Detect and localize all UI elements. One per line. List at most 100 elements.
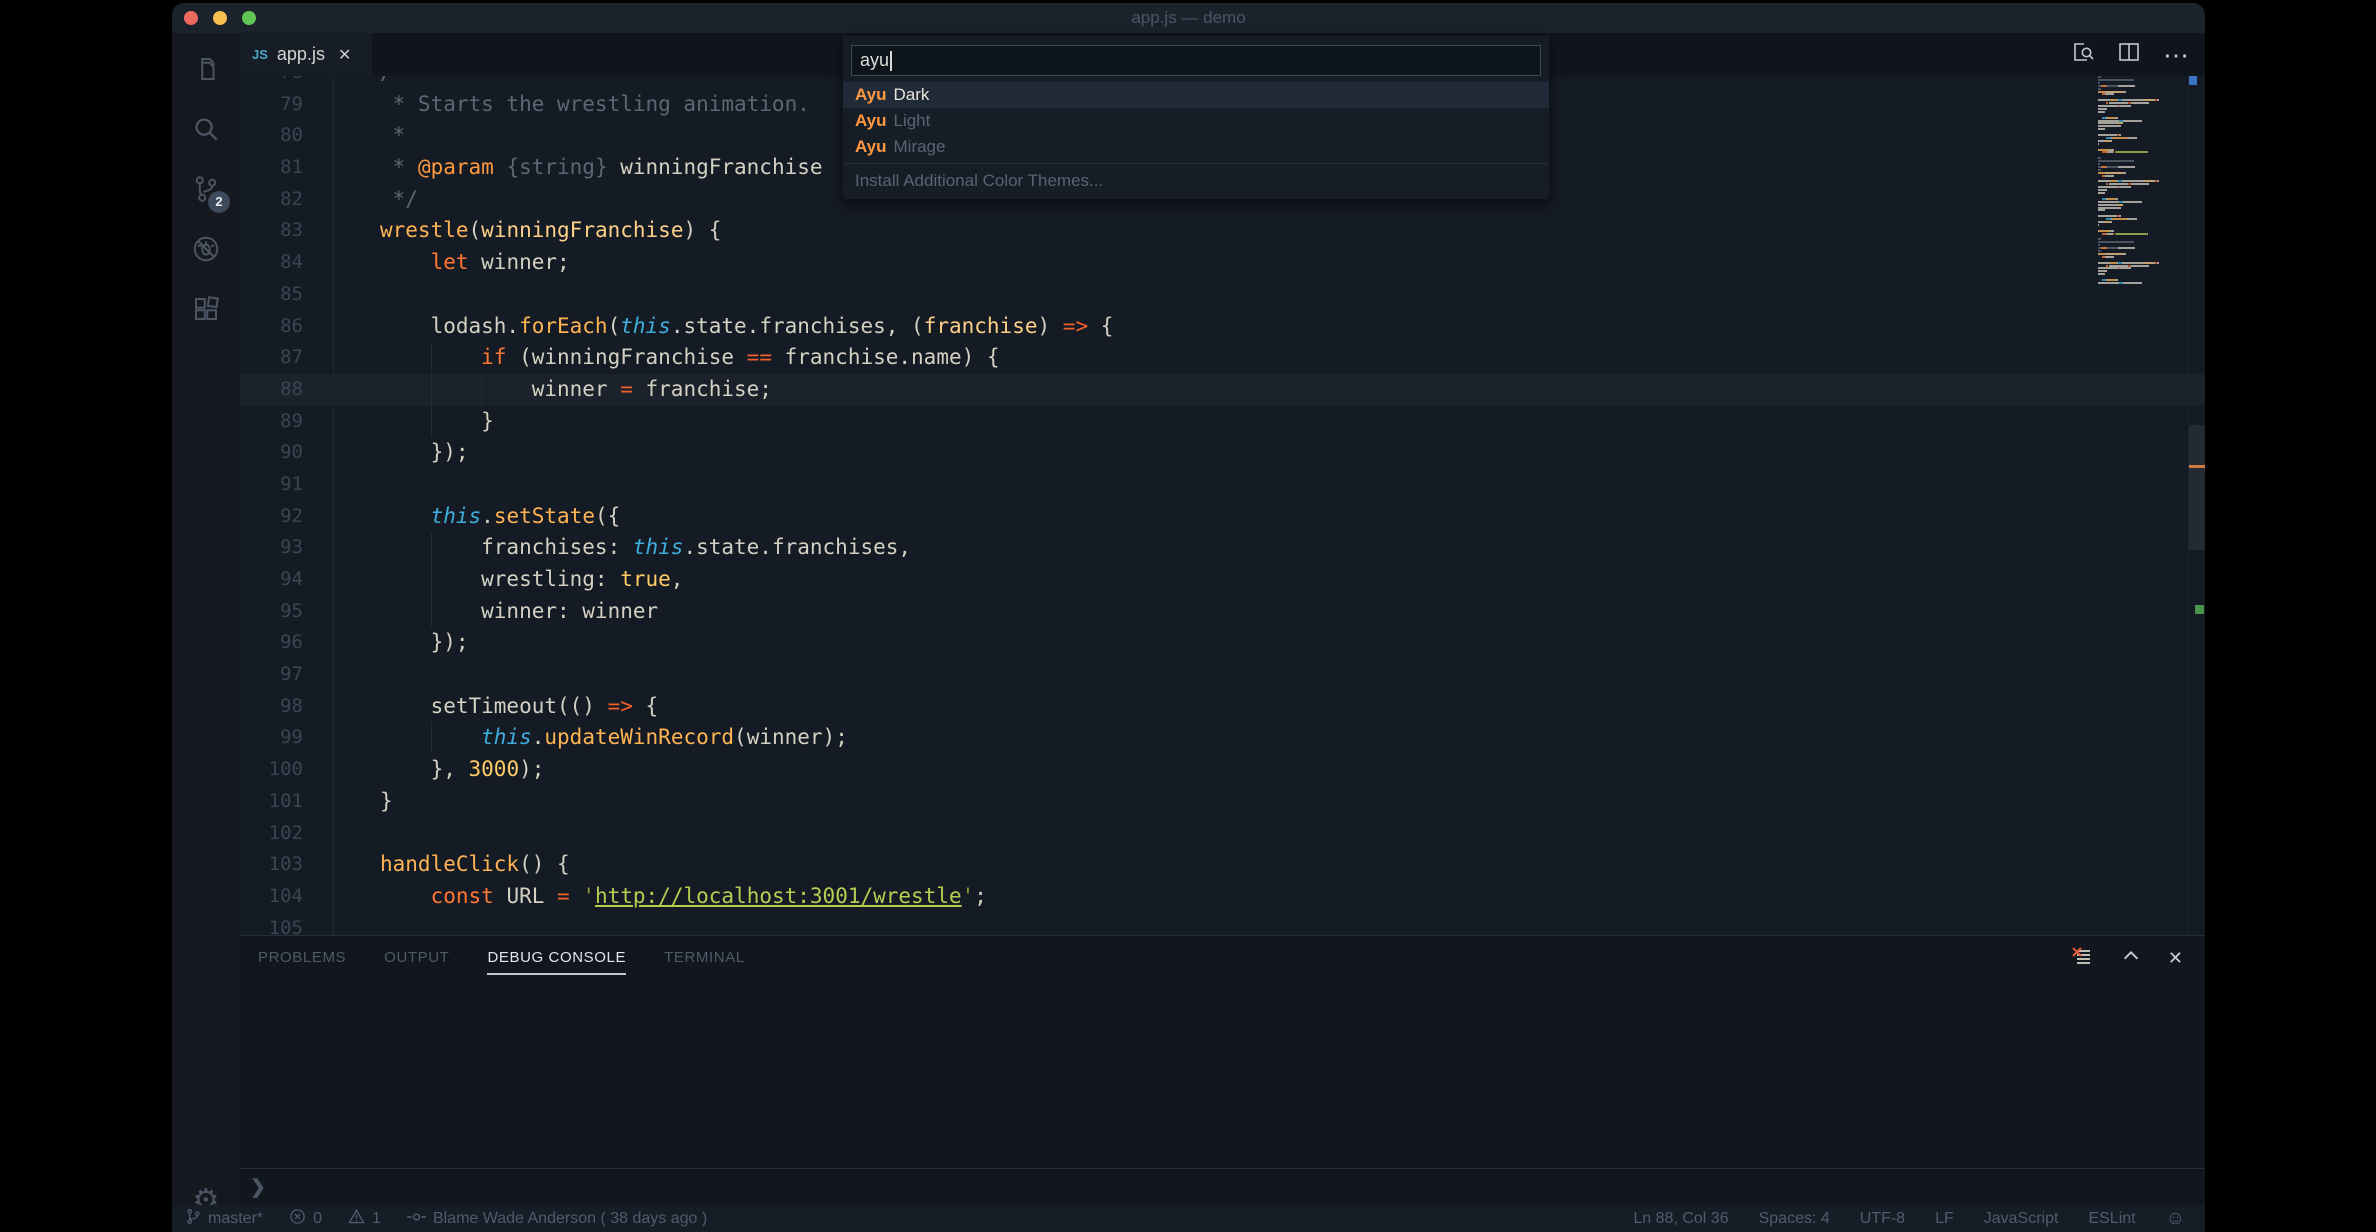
line-content: }	[380, 786, 393, 818]
code-line-93[interactable]: 93 franchises: this.state.franchises,	[240, 532, 2205, 564]
activity-bar-item-search-icon[interactable]	[186, 111, 226, 151]
split-editor-icon[interactable]	[2117, 40, 2141, 69]
debug-console-input[interactable]	[274, 1172, 2185, 1202]
panel-tab-output[interactable]: OUTPUT	[384, 936, 449, 980]
match-highlight: Ayu	[855, 111, 887, 131]
quick-pick-install-themes-item[interactable]: Install Additional Color Themes...	[843, 167, 1549, 194]
quick-pick-item-ayu-mirage[interactable]: AyuMirage	[843, 134, 1549, 160]
tab-label: app.js	[277, 44, 325, 65]
line-content: handleClick() {	[380, 849, 570, 881]
panel-tab-problems[interactable]: PROBLEMS	[258, 936, 346, 980]
status-eslint[interactable]: ESLint	[2088, 1210, 2135, 1228]
code-editor[interactable]: 78/**79 * Starts the wrestling animation…	[240, 76, 2205, 935]
status-bar-right: Ln 88, Col 36 Spaces: 4 UTF-8 LF JavaScript E…	[1633, 1208, 2191, 1230]
panel-tab-debug-console[interactable]: DEBUG CONSOLE	[487, 936, 626, 980]
scrollbar-thumb[interactable]	[2189, 425, 2205, 550]
code-line-96[interactable]: 96 });	[240, 627, 2205, 659]
status-item-label: UTF-8	[1860, 1210, 1905, 1228]
code-line-85[interactable]: 85	[240, 279, 2205, 311]
quick-pick-input[interactable]: ayu	[851, 45, 1541, 76]
status-item-label: Ln 88, Col 36	[1633, 1210, 1728, 1228]
code-line-102[interactable]: 102	[240, 818, 2205, 850]
open-preview-icon[interactable]	[2071, 40, 2095, 69]
status-error-icon[interactable]: 0	[289, 1208, 322, 1230]
console-input-divider	[240, 1168, 2205, 1169]
code-line-101[interactable]: 101}	[240, 786, 2205, 818]
status-git-branch-icon[interactable]: master*	[186, 1208, 263, 1230]
ruler-decoration	[2189, 76, 2197, 85]
line-number: 78	[240, 76, 303, 89]
quick-pick-item-ayu-dark[interactable]: AyuDark	[843, 82, 1549, 108]
tab-close-icon[interactable]: ✕	[338, 45, 351, 65]
code-line-86[interactable]: 86 lodash.forEach(this.state.franchises,…	[240, 311, 2205, 343]
more-actions-icon[interactable]: ⋯	[2163, 45, 2191, 65]
ruler-decoration	[2189, 465, 2205, 468]
code-line-95[interactable]: 95 winner: winner	[240, 596, 2205, 628]
code-line-100[interactable]: 100 }, 3000);	[240, 754, 2205, 786]
code-line-87[interactable]: 87 if (winningFranchise == franchise.nam…	[240, 342, 2205, 374]
close-panel-icon[interactable]: ✕	[2168, 948, 2183, 969]
line-number: 92	[240, 501, 303, 533]
line-content: wrestling: true,	[380, 564, 683, 596]
indent-guide	[431, 564, 432, 596]
activity-bar-item-extensions-icon[interactable]	[186, 291, 226, 331]
quick-pick-item-ayu-light[interactable]: AyuLight	[843, 108, 1549, 134]
code-line-92[interactable]: 92 this.setState({	[240, 501, 2205, 533]
maximize-panel-icon[interactable]	[2120, 945, 2142, 972]
code-line-97[interactable]: 97	[240, 659, 2205, 691]
activity-bar-item-explorer-icon[interactable]	[186, 51, 226, 91]
code-line-105[interactable]: 105	[240, 913, 2205, 935]
code-line-91[interactable]: 91	[240, 469, 2205, 501]
indent-guide	[431, 342, 432, 374]
panel-tab-terminal[interactable]: TERMINAL	[664, 936, 745, 980]
line-content: franchises: this.state.franchises,	[380, 532, 911, 564]
status-utf-8[interactable]: UTF-8	[1860, 1210, 1905, 1228]
line-content: if (winningFranchise == franchise.name) …	[380, 342, 1000, 374]
code-line-84[interactable]: 84 let winner;	[240, 247, 2205, 279]
status-spaces-4[interactable]: Spaces: 4	[1759, 1210, 1830, 1228]
status-javascript[interactable]: JavaScript	[1984, 1210, 2059, 1228]
code-line-88[interactable]: 88 winner = franchise;	[240, 374, 2205, 406]
explorer-icon	[191, 54, 221, 89]
feedback-smiley-icon[interactable]: ☺	[2166, 1208, 2185, 1230]
error-icon	[289, 1208, 306, 1230]
quick-pick-separator	[843, 163, 1549, 164]
code-line-94[interactable]: 94 wrestling: true,	[240, 564, 2205, 596]
quick-pick-list: AyuDarkAyuLightAyuMirage	[843, 82, 1549, 160]
status-item-label: LF	[1935, 1210, 1954, 1228]
status-blame-icon[interactable]: Blame Wade Anderson ( 38 days ago )	[407, 1210, 707, 1228]
code-lines: 78/**79 * Starts the wrestling animation…	[240, 76, 2205, 935]
code-line-98[interactable]: 98 setTimeout(() => {	[240, 691, 2205, 723]
code-line-104[interactable]: 104 const URL = 'http://localhost:3001/w…	[240, 881, 2205, 913]
line-number: 97	[240, 659, 303, 691]
code-line-99[interactable]: 99 this.updateWinRecord(winner);	[240, 722, 2205, 754]
javascript-file-icon: JS	[252, 47, 268, 62]
match-highlight: Ayu	[855, 85, 887, 105]
code-line-103[interactable]: 103 handleClick() {	[240, 849, 2205, 881]
code-line-90[interactable]: 90 });	[240, 437, 2205, 469]
tab-app-js[interactable]: JS app.js ✕	[240, 33, 372, 76]
status-lf[interactable]: LF	[1935, 1210, 1954, 1228]
git-branch-icon	[186, 1208, 201, 1230]
status-warning-icon[interactable]: 1	[348, 1208, 381, 1230]
line-number: 103	[240, 849, 303, 881]
quick-pick-query: ayu	[860, 50, 889, 71]
line-number: 100	[240, 754, 303, 786]
status-ln-88-col-36[interactable]: Ln 88, Col 36	[1633, 1210, 1728, 1228]
status-item-label: 0	[313, 1210, 322, 1228]
clear-console-icon[interactable]	[2070, 944, 2094, 973]
activity-bar-item-source-control-icon[interactable]: 2	[186, 171, 226, 211]
activity-bar-item-debug-icon[interactable]	[186, 231, 226, 271]
scm-badge: 2	[208, 191, 230, 213]
minimap[interactable]	[2096, 76, 2185, 935]
line-content: *	[380, 120, 405, 152]
editor-actions: ⋯	[2071, 33, 2191, 76]
indent-guide	[431, 374, 432, 406]
titlebar: app.js — demo	[172, 3, 2205, 33]
line-number: 83	[240, 215, 303, 247]
line-number: 86	[240, 311, 303, 343]
console-prompt-icon: ❯	[250, 1176, 266, 1199]
code-line-83[interactable]: 83wrestle(winningFranchise) {	[240, 215, 2205, 247]
code-line-89[interactable]: 89 }	[240, 406, 2205, 438]
overview-ruler-scrollbar[interactable]	[2188, 76, 2205, 935]
